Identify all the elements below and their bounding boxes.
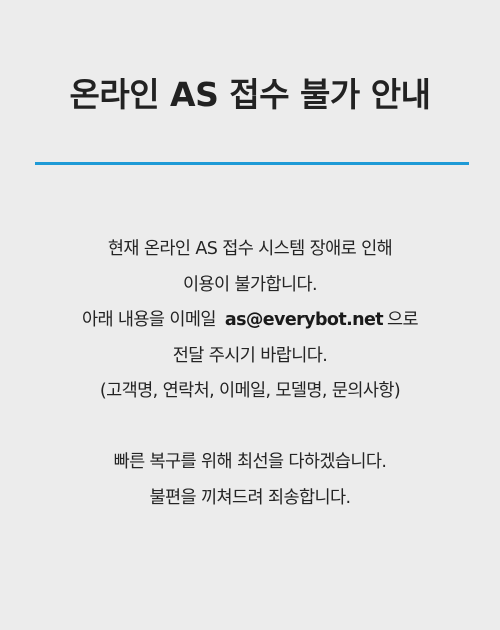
email-address: as@everybot.net [224, 310, 384, 330]
title-divider [35, 162, 469, 165]
required-info-list: (고객명, 연락처, 이메일, 모델명, 문의사항) [99, 381, 401, 401]
notice-line-4: 전달 주시기 바랍니다. [172, 345, 328, 366]
email-prefix-text: 아래 내용을 이메일 [81, 310, 217, 330]
notice-line-6: 빠른 복구를 위해 최선을 다하겠습니다. [113, 452, 387, 472]
notice-line-2: 이용이 불가합니다. [183, 274, 318, 295]
notice-panel: 온라인 AS 접수 불가 안내 현재 온라인 AS 접수 시스템 장애로 인해 … [0, 0, 500, 630]
notice-line-3: 아래 내용을 이메일 as@everybot.net 으로 [20, 303, 480, 339]
notice-line-1: 현재 온라인 AS 접수 시스템 장애로 인해 [107, 239, 393, 259]
notice-title: 온라인 AS 접수 불가 안내 [69, 75, 431, 114]
notice-body: 현재 온라인 AS 접수 시스템 장애로 인해 이용이 불가합니다. 아래 내용… [20, 232, 480, 516]
notice-line-7: 불편을 끼쳐드려 죄송합니다. [149, 487, 351, 508]
email-suffix-text: 으로 [387, 310, 419, 330]
